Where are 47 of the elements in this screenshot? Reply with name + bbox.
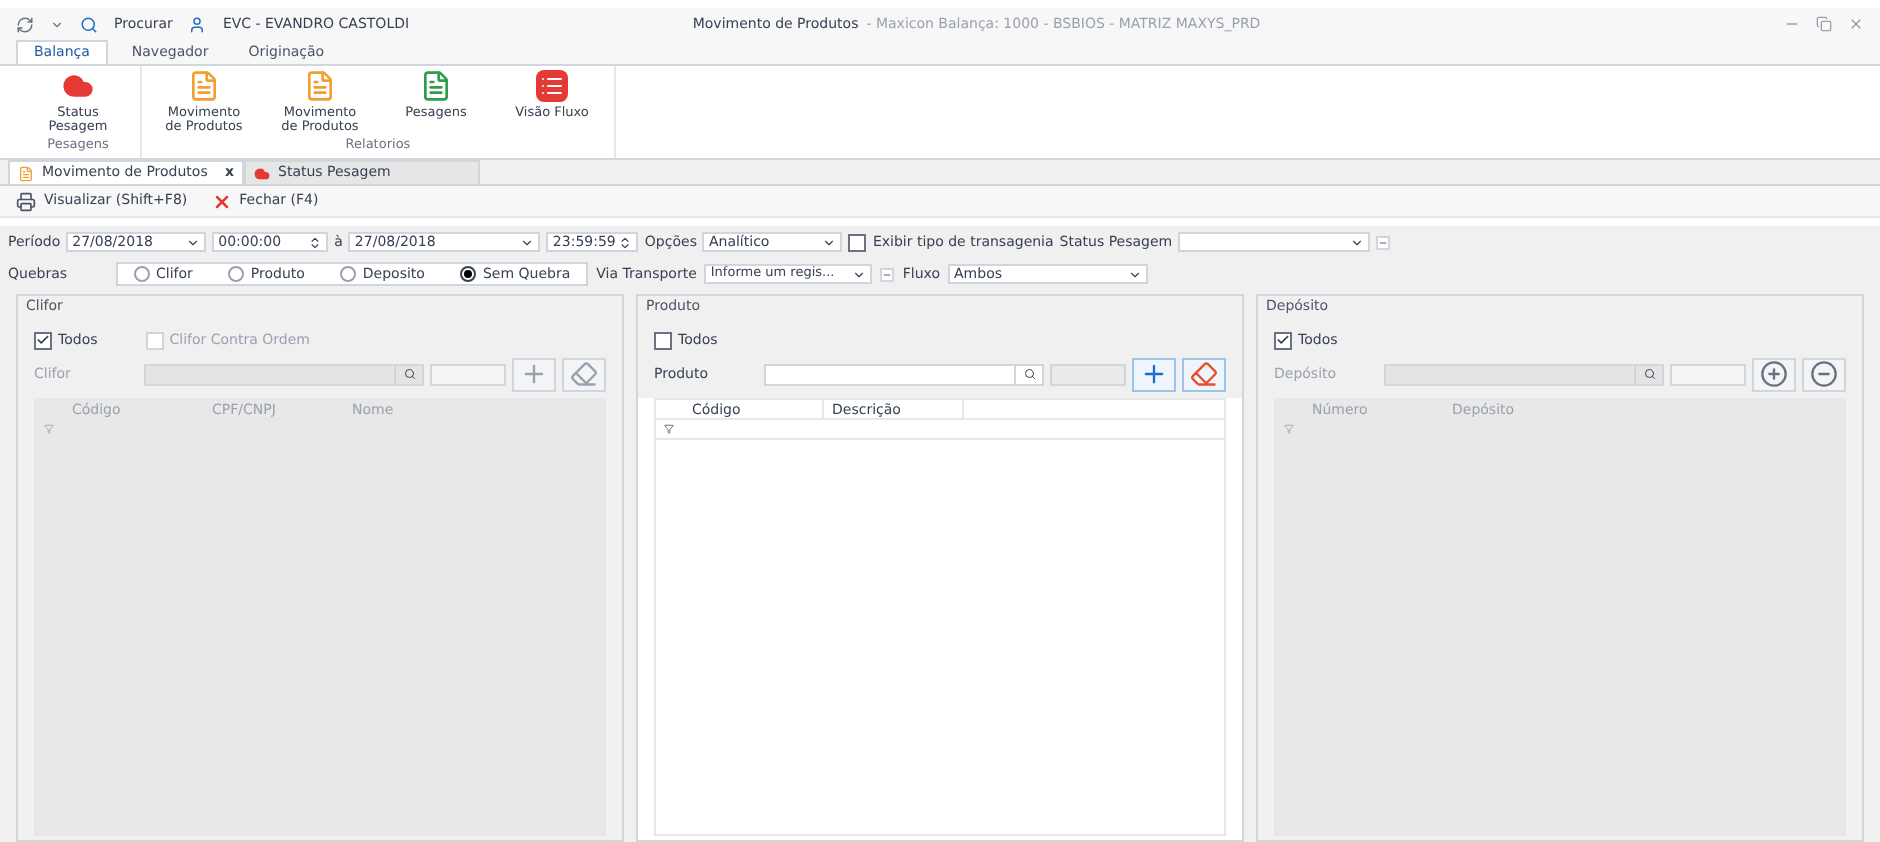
caret-icon bbox=[852, 267, 867, 281]
clear-icon[interactable] bbox=[1376, 235, 1391, 249]
caret-icon[interactable] bbox=[50, 17, 64, 31]
document-icon bbox=[18, 165, 34, 181]
spinner-icon bbox=[308, 235, 323, 249]
radio-button[interactable] bbox=[340, 266, 357, 282]
filter-icon bbox=[664, 423, 674, 433]
search-icon bbox=[1023, 368, 1035, 380]
printer-icon bbox=[16, 191, 36, 211]
panel-button[interactable] bbox=[1132, 357, 1176, 391]
close-icon[interactable] bbox=[1848, 16, 1864, 32]
radio-button[interactable] bbox=[228, 266, 245, 282]
plus-icon bbox=[1140, 360, 1168, 388]
document-icon bbox=[420, 70, 452, 102]
quick-access-icon[interactable] bbox=[16, 15, 34, 33]
caret-icon bbox=[1350, 235, 1365, 249]
minus-circle-icon bbox=[1810, 360, 1838, 388]
caret-icon bbox=[186, 235, 201, 249]
plus-icon bbox=[520, 360, 548, 388]
search-icon bbox=[403, 368, 415, 380]
close-icon bbox=[211, 191, 232, 211]
search-icon bbox=[1643, 368, 1655, 380]
plus-circle-icon bbox=[1760, 360, 1788, 388]
restore-icon[interactable] bbox=[1816, 16, 1832, 32]
clear-icon[interactable] bbox=[880, 267, 895, 281]
caret-icon bbox=[520, 235, 535, 249]
radio-button[interactable] bbox=[134, 266, 150, 282]
panel-button[interactable] bbox=[1182, 357, 1226, 391]
filter-icon bbox=[44, 423, 54, 433]
eraser-icon bbox=[570, 360, 598, 388]
search-icon[interactable] bbox=[80, 15, 98, 33]
caret-icon bbox=[1128, 267, 1143, 281]
cloud-icon bbox=[62, 70, 94, 102]
caret-icon bbox=[822, 235, 837, 249]
status-dropdown[interactable] bbox=[1178, 232, 1371, 252]
cloud-icon bbox=[254, 165, 270, 181]
radio-button[interactable] bbox=[460, 266, 477, 282]
user-icon bbox=[188, 15, 207, 33]
checkbox[interactable] bbox=[654, 331, 672, 350]
search-field[interactable] bbox=[764, 363, 1044, 385]
filter-icon bbox=[1284, 423, 1294, 433]
eraser-icon bbox=[1190, 360, 1218, 388]
document-icon bbox=[188, 70, 220, 102]
code-field[interactable] bbox=[1050, 363, 1126, 385]
document-icon bbox=[304, 70, 336, 102]
spinner-icon bbox=[618, 235, 633, 249]
checkbox[interactable] bbox=[848, 233, 867, 251]
